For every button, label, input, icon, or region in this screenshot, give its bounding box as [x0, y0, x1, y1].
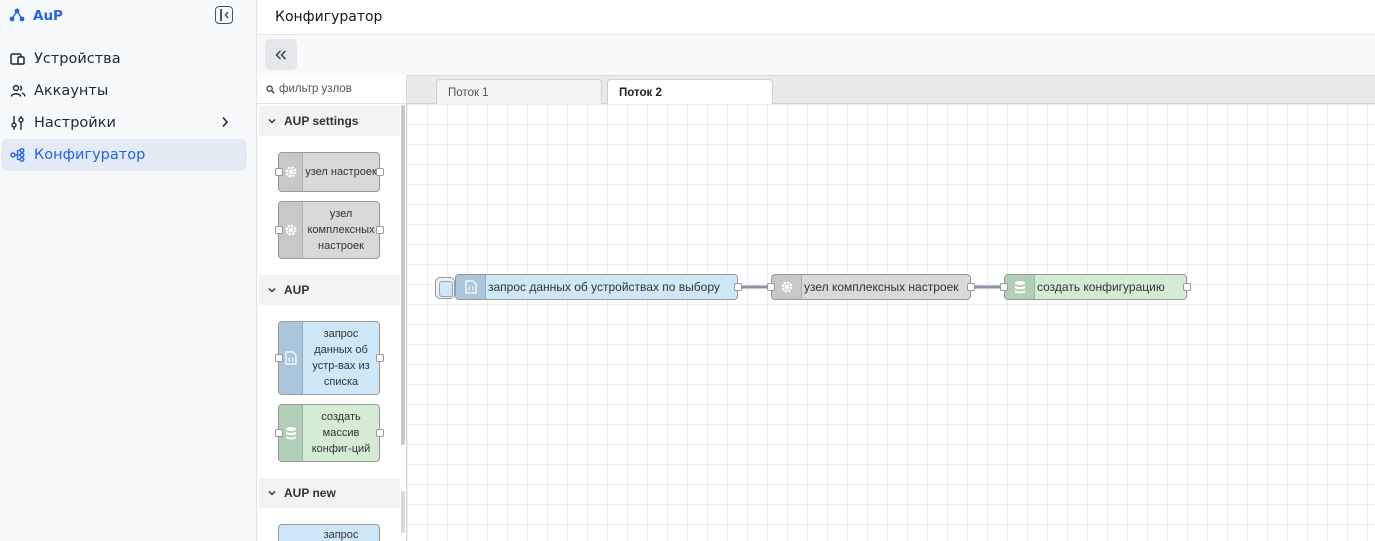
double-chevron-left-icon [275, 49, 287, 60]
chevron-down-icon [268, 288, 276, 293]
chevron-left-icon [224, 11, 229, 19]
flow-wires [738, 285, 1004, 289]
flow-canvas[interactable]: запрос данных об устройствах по выбору у… [407, 104, 1375, 541]
flow-node-request-devices[interactable]: запрос данных об устройствах по выбору [455, 274, 742, 300]
sidebar-item-label: Настройки [34, 115, 116, 131]
brand-name: AuP [33, 8, 63, 24]
sliders-icon [11, 116, 24, 130]
output-port[interactable] [1183, 283, 1191, 291]
tab-label: Поток 2 [619, 87, 662, 99]
users-icon [10, 84, 26, 97]
page-title: Конфигуратор [275, 9, 383, 25]
inject-trigger-button[interactable] [435, 277, 455, 299]
palette-node-label: узел настроек [305, 166, 377, 178]
output-port [376, 429, 384, 437]
file-code-icon [456, 275, 486, 299]
flow-node-label: узел комплексных настроек [804, 280, 959, 294]
devices-icon [10, 53, 25, 65]
sidebar-item-label: Устройства [34, 51, 121, 67]
input-port [275, 226, 283, 234]
output-port [376, 226, 384, 234]
sidebar-item-accounts[interactable]: Аккаунты [1, 75, 247, 107]
palette-node-complex-settings[interactable]: узел комплексных настроек [275, 201, 384, 259]
chevron-down-icon [268, 491, 276, 496]
sidebar-item-devices[interactable]: Устройства [1, 43, 247, 75]
chevron-down-icon [268, 119, 276, 124]
palette-node-label: создать массив конфиг-ций [311, 411, 371, 455]
brand[interactable]: AuP [9, 5, 63, 27]
tab-flow-2[interactable]: Поток 2 [607, 79, 773, 106]
input-port [275, 168, 283, 176]
flow-node-label: создать конфигурацию [1037, 280, 1165, 294]
input-port [275, 354, 283, 362]
palette-node-label: запрос данных об устр-вах из списка [312, 328, 370, 388]
output-port[interactable] [967, 283, 975, 291]
flow-icon [10, 148, 25, 162]
flow-node-label: запрос данных об устройствах по выбору [488, 280, 720, 294]
brand-logo-icon [9, 7, 25, 26]
palette-category-label: AUP [284, 283, 310, 297]
palette-node-label: узел комплексных настроек [307, 208, 375, 252]
flow-tabs-bar: Поток 1 Поток 2 [407, 75, 1375, 106]
editor-toolbar [257, 35, 1375, 75]
collapse-palette-button[interactable] [265, 39, 297, 70]
app-sidebar: AuP Устройства Аккаунты Настройки Конфиг… [0, 0, 257, 541]
palette-node-create-config-array[interactable]: создать массив конфиг-ций [275, 404, 384, 462]
palette-category-aup[interactable]: AUP [259, 275, 400, 305]
node-palette: AUP settings узел настроек узел комплекс… [257, 75, 407, 541]
tab-flow-1[interactable]: Поток 1 [436, 79, 602, 105]
output-port [376, 354, 384, 362]
chevron-right-icon [222, 116, 229, 128]
sidebar-item-label: Аккаунты [34, 83, 109, 99]
palette-category-label: AUP settings [284, 114, 359, 128]
input-port[interactable] [1000, 283, 1008, 291]
flow-node-create-config[interactable]: создать конфигурацию [1000, 274, 1191, 300]
palette-filter-input[interactable] [279, 83, 394, 95]
page-header: Конфигуратор [257, 0, 1375, 35]
collapse-sidebar-button[interactable] [215, 6, 233, 24]
palette-filter [257, 75, 406, 104]
gear-icon [772, 275, 802, 299]
palette-category-aup-new[interactable]: AUP new [259, 478, 400, 508]
sidebar-item-settings[interactable]: Настройки [1, 107, 247, 139]
input-port[interactable] [767, 283, 775, 291]
sidebar-item-configurator[interactable]: Конфигуратор [1, 139, 247, 171]
sidebar-item-label: Конфигуратор [34, 147, 146, 163]
palette-scrollbar-thumb[interactable] [401, 105, 405, 445]
flow-node-complex-settings[interactable]: узел комплексных настроек [767, 274, 975, 300]
flow-workspace: Поток 1 Поток 2 запрос данных об устройс… [407, 75, 1375, 541]
palette-scrollbar-thumb-secondary[interactable] [401, 491, 405, 533]
palette-node-request[interactable]: запрос [278, 524, 380, 541]
palette-node-label: запрос [323, 529, 359, 541]
palette-node-request-devices[interactable]: запрос данных об устр-вах из списка [275, 321, 384, 395]
input-port [275, 429, 283, 437]
search-icon [266, 84, 275, 94]
palette-node-settings[interactable]: узел настроек [275, 152, 384, 192]
output-port[interactable] [734, 283, 742, 291]
output-port [376, 168, 384, 176]
tab-label: Поток 1 [448, 86, 489, 99]
database-icon [1005, 275, 1035, 299]
palette-category-label: AUP new [284, 486, 336, 500]
palette-category-aup-settings[interactable]: AUP settings [259, 106, 400, 136]
